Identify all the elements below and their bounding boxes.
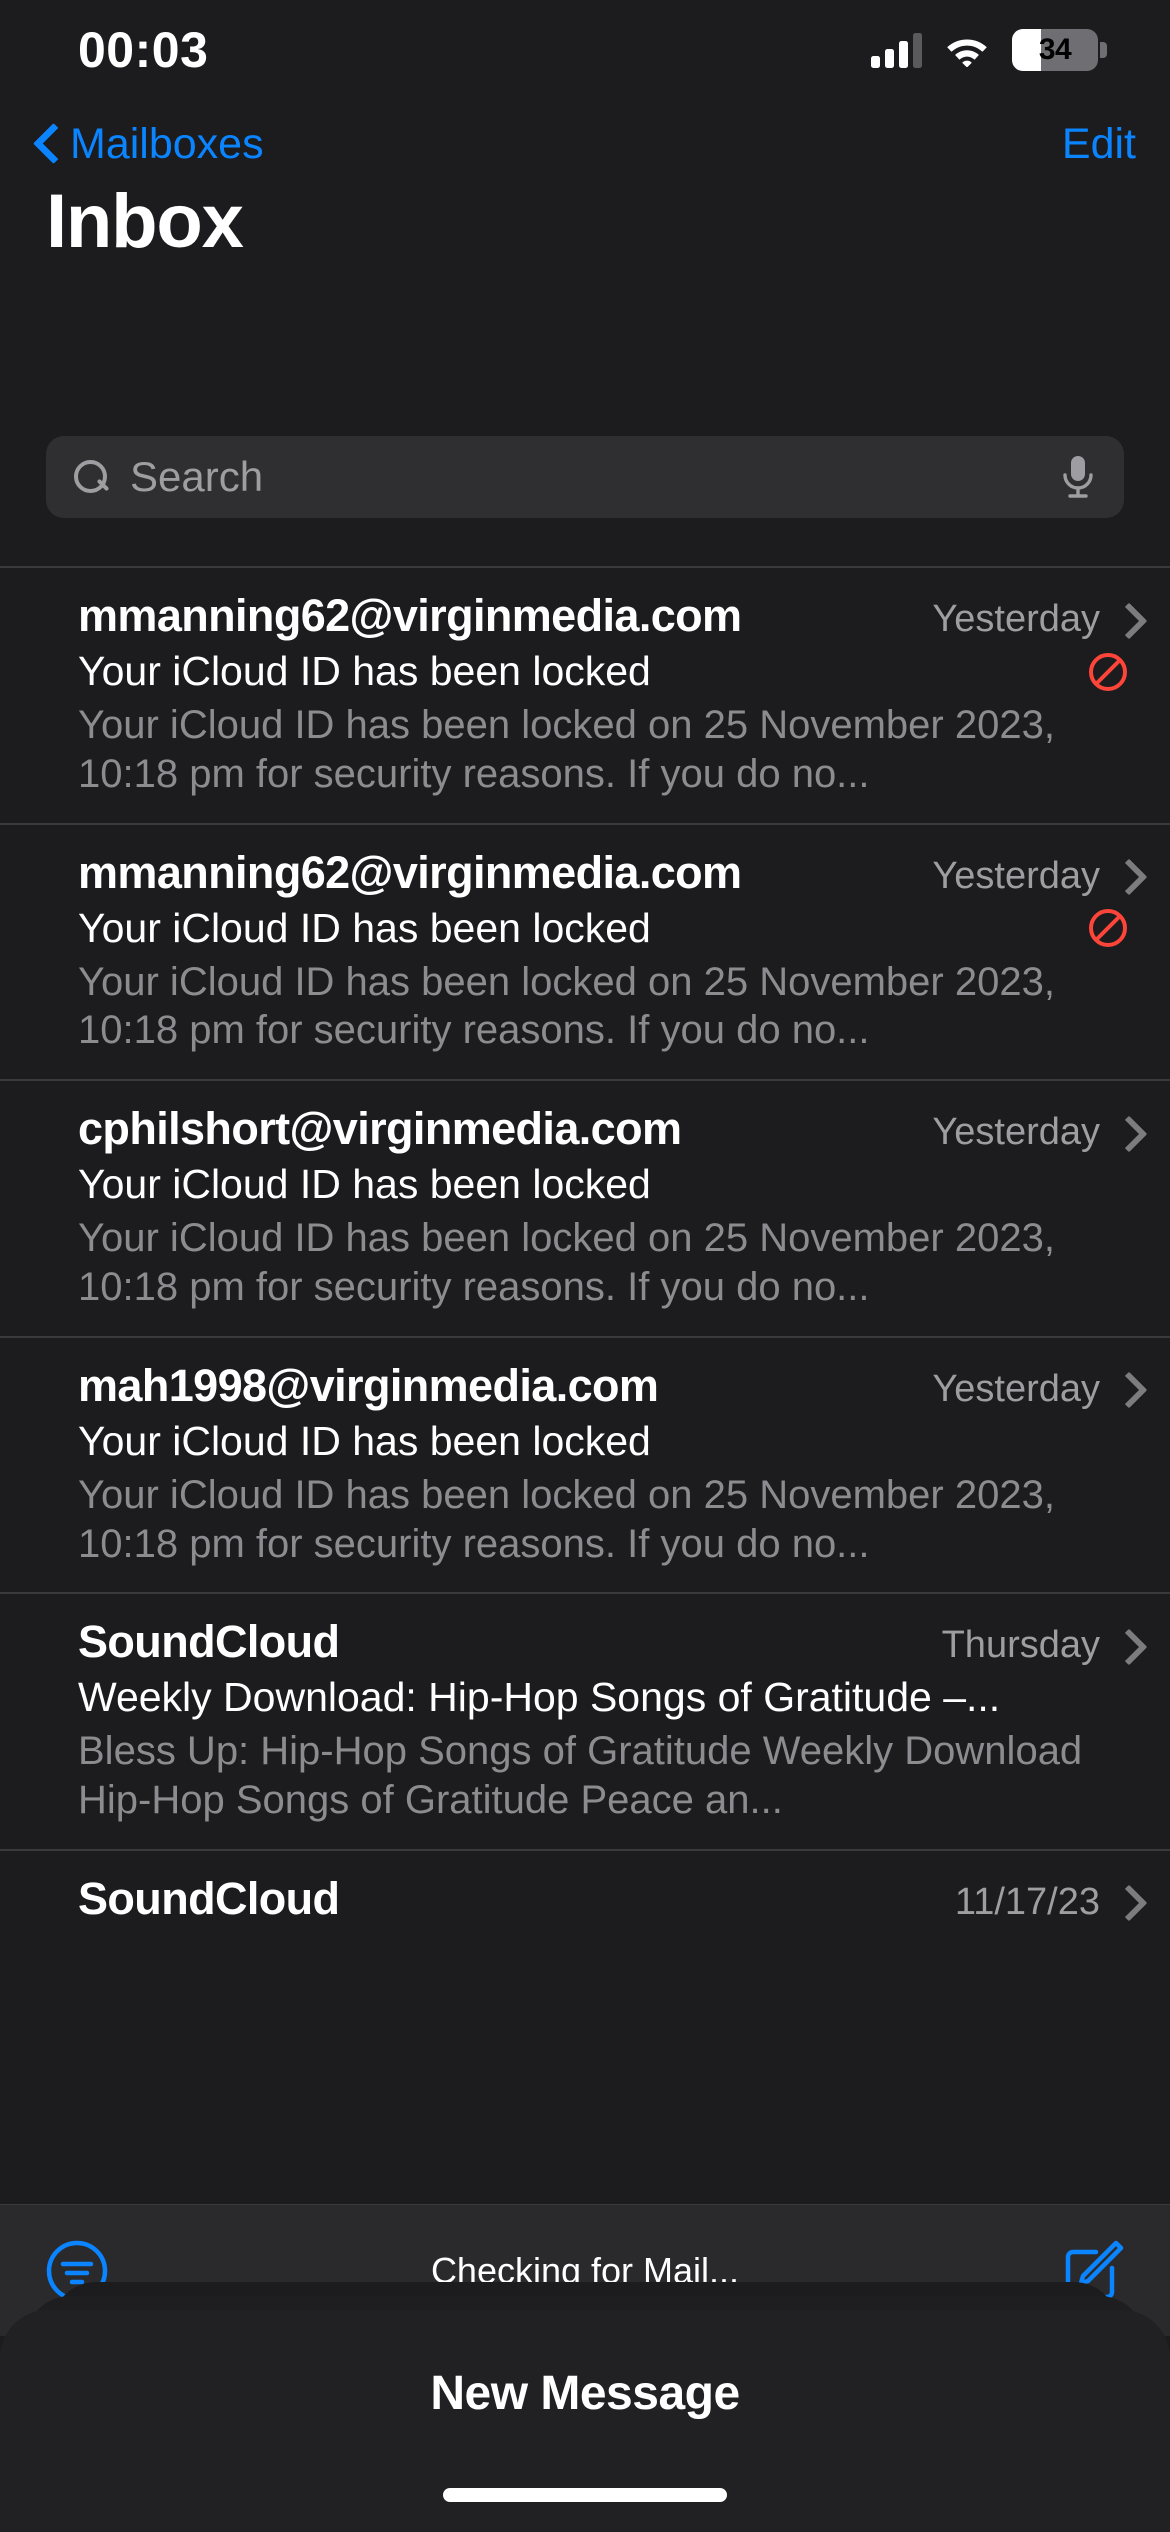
mail-row-meta: Yesterday: [932, 598, 1136, 641]
mail-date: Yesterday: [932, 1367, 1100, 1410]
mail-date: Thursday: [941, 1624, 1100, 1667]
home-indicator[interactable]: [443, 2488, 727, 2502]
mail-preview: Your iCloud ID has been locked on 25 Nov…: [78, 1216, 1055, 1309]
chevron-right-icon: [1116, 1116, 1136, 1150]
mail-sender: cphilshort@virginmedia.com: [78, 1103, 682, 1155]
mail-subject: Your iCloud ID has been locked: [78, 1161, 651, 1208]
mail-row-header: mmanning62@virginmedia.com Yesterday: [78, 590, 1136, 642]
mail-subject: Your iCloud ID has been locked: [78, 648, 651, 694]
mail-row-header: cphilshort@virginmedia.com Yesterday: [78, 1103, 1136, 1155]
status-bar: 00:03 34: [0, 0, 1170, 100]
mail-subject-line: Weekly Download: Hip-Hop Songs of Gratit…: [78, 1674, 1136, 1721]
mail-row-meta: Yesterday: [932, 1368, 1136, 1411]
chevron-right-icon: [1116, 1885, 1136, 1919]
mail-sender: SoundCloud: [78, 1872, 340, 1924]
mail-sender: SoundCloud: [78, 1616, 340, 1668]
mail-subject-line: Your iCloud ID has been locked: [78, 648, 1136, 695]
chevron-right-icon: [1116, 859, 1136, 893]
mail-subject-line: Your iCloud ID has been locked: [78, 905, 1136, 952]
mail-row-meta: 11/17/23: [955, 1881, 1136, 1924]
mail-preview: Bless Up: Hip-Hop Songs of Gratitude Wee…: [78, 1729, 1083, 1823]
mail-preview: Your iCloud ID has been locked on 25 Nov…: [78, 703, 1055, 796]
battery-icon: 34: [1012, 29, 1107, 71]
search-input[interactable]: Search: [130, 453, 1058, 501]
mail-row-meta: Yesterday: [932, 1111, 1136, 1154]
blocked-sender-icon: [1086, 906, 1130, 950]
mail-row-meta: Yesterday: [932, 855, 1136, 898]
cellular-bars-icon: [871, 32, 922, 68]
battery-nub: [1100, 42, 1107, 58]
back-button-label: Mailboxes: [70, 119, 264, 168]
mail-row-header: SoundCloud 11/17/23: [78, 1873, 1136, 1925]
mail-subject: Your iCloud ID has been locked: [78, 1417, 651, 1464]
table-row[interactable]: SoundCloud Thursday Weekly Download: Hip…: [0, 1592, 1170, 1849]
edit-button[interactable]: Edit: [1062, 120, 1136, 169]
table-row[interactable]: cphilshort@virginmedia.com Yesterday You…: [0, 1079, 1170, 1336]
search-bar: Search: [46, 436, 1124, 518]
mail-subject-line: Your iCloud ID has been locked: [78, 1161, 1136, 1208]
microphone-icon[interactable]: [1058, 453, 1098, 501]
mail-subject: Your iCloud ID has been locked: [78, 904, 651, 951]
mail-inbox-screen: 00:03 34 Mailboxes Edit Inbox Search mma…: [0, 0, 1170, 2532]
mail-preview: Your iCloud ID has been locked on 25 Nov…: [78, 959, 1055, 1053]
mail-date: Yesterday: [932, 1111, 1100, 1154]
mail-date: 11/17/23: [954, 1880, 1100, 1923]
chevron-right-icon: [1116, 1372, 1136, 1406]
table-row[interactable]: mah1998@virginmedia.com Yesterday Your i…: [0, 1335, 1170, 1593]
mail-sender: mmanning62@virginmedia.com: [78, 590, 742, 641]
mail-sender: mah1998@virginmedia.com: [78, 1359, 659, 1411]
chevron-left-icon: [34, 125, 56, 163]
mail-row-header: mmanning62@virginmedia.com Yesterday: [78, 847, 1136, 899]
search-field[interactable]: Search: [46, 436, 1124, 518]
battery-percent-label: 34: [1038, 33, 1072, 66]
mail-date: Yesterday: [932, 598, 1100, 640]
mail-date: Yesterday: [932, 854, 1100, 897]
navigation-bar: Mailboxes Edit: [0, 100, 1170, 188]
status-time: 00:03: [78, 22, 209, 78]
search-icon: [72, 458, 110, 496]
table-row[interactable]: mmanning62@virginmedia.com Yesterday You…: [0, 822, 1170, 1080]
mail-row-header: mah1998@virginmedia.com Yesterday: [78, 1360, 1136, 1412]
mail-subject: Weekly Download: Hip-Hop Songs of Gratit…: [78, 1674, 1001, 1721]
mail-subject-line: Your iCloud ID has been locked: [78, 1418, 1136, 1465]
chevron-right-icon: [1116, 603, 1136, 637]
mail-row-header: SoundCloud Thursday: [78, 1616, 1136, 1668]
mail-sender: mmanning62@virginmedia.com: [78, 846, 742, 898]
table-row[interactable]: SoundCloud 11/17/23: [0, 1848, 1170, 1925]
chevron-right-icon: [1116, 1629, 1136, 1663]
blocked-sender-icon: [1086, 650, 1130, 694]
table-row[interactable]: mmanning62@virginmedia.com Yesterday You…: [0, 566, 1170, 823]
status-indicators: 34: [871, 29, 1107, 71]
mail-row-meta: Thursday: [942, 1624, 1136, 1667]
sheet-title: New Message: [430, 2367, 740, 2420]
page-title: Inbox: [46, 179, 244, 264]
back-to-mailboxes-button[interactable]: Mailboxes: [34, 120, 264, 169]
mail-preview: Your iCloud ID has been locked on 25 Nov…: [78, 1472, 1055, 1566]
wifi-icon: [944, 33, 990, 68]
